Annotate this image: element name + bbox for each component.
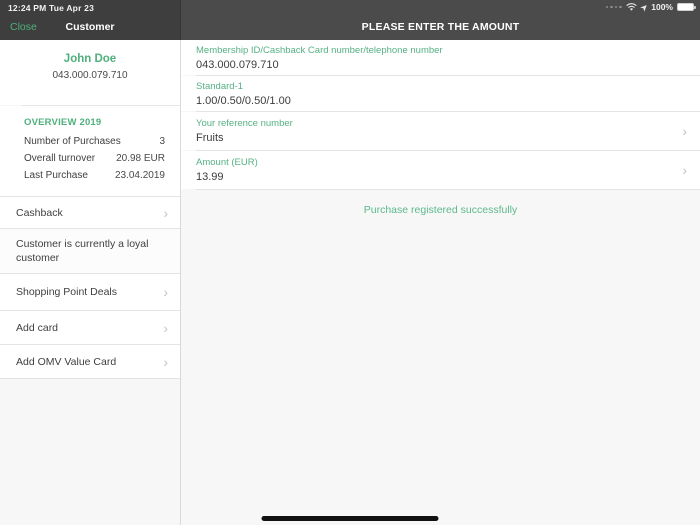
- status-time-date: 12:24 PM Tue Apr 23: [8, 3, 94, 13]
- field-standard-rate[interactable]: Standard-1 1.00/0.50/0.50/1.00: [181, 76, 700, 111]
- overview-label: Number of Purchases: [24, 136, 121, 147]
- sidebar-item-shopping-point-deals[interactable]: Shopping Point Deals ›: [0, 274, 180, 311]
- overview-title: OVERVIEW 2019: [24, 117, 102, 128]
- chevron-right-icon: ›: [682, 162, 687, 178]
- field-value: 043.000.079.710: [196, 58, 279, 71]
- field-label: Amount (EUR): [196, 157, 258, 168]
- amount-entry-panel: Membership ID/Cashback Card number/telep…: [181, 40, 700, 525]
- field-label: Your reference number: [196, 118, 293, 129]
- divider: [0, 378, 180, 380]
- main-header: ➤ 100% PLEASE ENTER THE AMOUNT: [181, 0, 700, 40]
- overview-value: 20.98 EUR: [116, 153, 165, 164]
- field-amount[interactable]: Amount (EUR) 13.99 ›: [181, 151, 700, 189]
- customer-profile: John Doe 043.000.079.710: [0, 40, 180, 105]
- chevron-right-icon: ›: [163, 284, 168, 301]
- overview-section: OVERVIEW 2019 Number of Purchases 3 Over…: [0, 106, 180, 196]
- field-value: 1.00/0.50/0.50/1.00: [196, 94, 291, 107]
- sidebar-item-cashback[interactable]: Cashback ›: [0, 197, 180, 228]
- customer-sidebar: John Doe 043.000.079.710 OVERVIEW 2019 N…: [0, 40, 181, 525]
- sidebar-header: 12:24 PM Tue Apr 23 Close Customer: [0, 0, 181, 40]
- customer-name: John Doe: [63, 53, 117, 65]
- loyalty-note: Customer is currently a loyal customer: [0, 229, 180, 274]
- overview-value: 3: [159, 136, 165, 147]
- chevron-right-icon: ›: [163, 353, 168, 370]
- overview-label: Last Purchase: [24, 170, 88, 181]
- location-arrow-icon: ➤: [638, 1, 650, 13]
- field-label: Standard-1: [196, 80, 244, 92]
- overview-row-turnover: Overall turnover 20.98 EUR: [24, 153, 165, 164]
- overview-value: 23.04.2019: [114, 170, 165, 181]
- status-icons: ➤ 100%: [605, 1, 696, 13]
- field-value: 13.99: [196, 171, 224, 183]
- app-header: 12:24 PM Tue Apr 23 Close Customer ➤ 100…: [0, 0, 700, 40]
- wifi-icon: [625, 2, 637, 11]
- home-indicator[interactable]: [261, 516, 439, 521]
- cellular-signal-icon: [605, 5, 622, 9]
- customer-card-number: 043.000.079.710: [52, 70, 128, 81]
- overview-row-purchases: Number of Purchases 3: [24, 136, 165, 147]
- battery-percent-label: 100%: [651, 2, 673, 12]
- sidebar-title: Customer: [65, 21, 115, 33]
- chevron-right-icon: ›: [682, 123, 687, 139]
- field-value: Fruits: [196, 132, 224, 144]
- chevron-right-icon: ›: [163, 319, 168, 336]
- sidebar-item-add-omv-value-card[interactable]: Add OMV Value Card ›: [0, 345, 180, 379]
- sidebar-item-add-card[interactable]: Add card ›: [0, 311, 180, 345]
- chevron-right-icon: ›: [163, 204, 168, 221]
- main-title: PLEASE ENTER THE AMOUNT: [361, 21, 520, 33]
- sidebar-item-label: Add OMV Value Card: [16, 355, 117, 368]
- sidebar-item-label: Cashback: [16, 206, 63, 219]
- field-membership-id[interactable]: Membership ID/Cashback Card number/telep…: [181, 40, 700, 75]
- status-message: Purchase registered successfully: [363, 204, 518, 216]
- battery-icon: [677, 3, 696, 11]
- sidebar-item-label: Add card: [16, 321, 59, 334]
- overview-row-last-purchase: Last Purchase 23.04.2019: [24, 170, 165, 181]
- divider: [196, 189, 700, 190]
- field-label: Membership ID/Cashback Card number/telep…: [196, 44, 443, 56]
- sidebar-item-label: Shopping Point Deals: [16, 286, 117, 299]
- overview-label: Overall turnover: [24, 153, 96, 164]
- field-reference-number[interactable]: Your reference number Fruits ›: [181, 112, 700, 150]
- page-body: John Doe 043.000.079.710 OVERVIEW 2019 N…: [0, 40, 700, 525]
